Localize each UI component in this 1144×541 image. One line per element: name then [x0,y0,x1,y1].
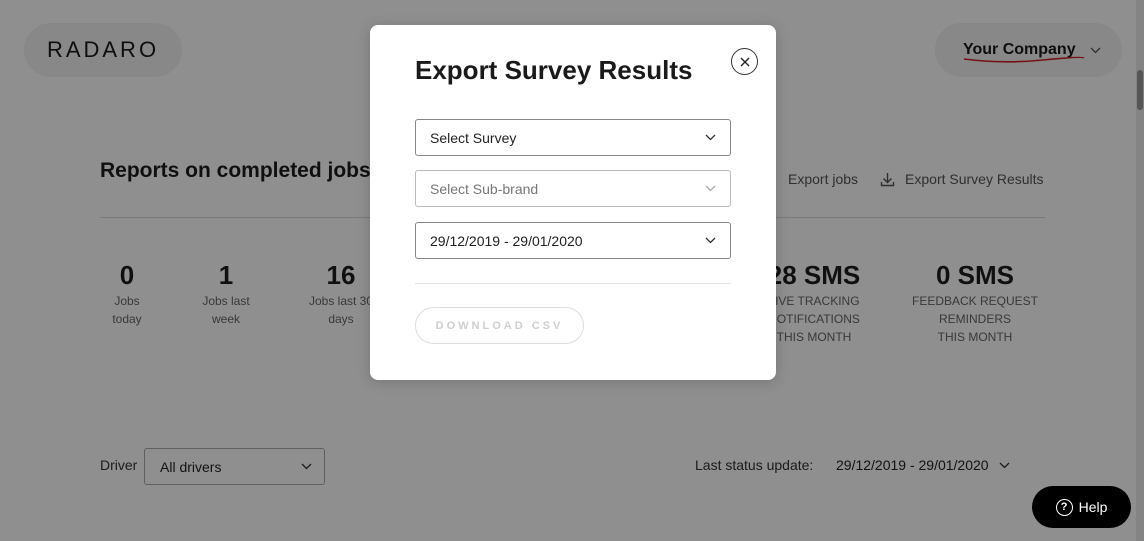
chevron-down-icon [705,134,716,141]
close-button[interactable] [731,48,758,75]
download-csv-label: DOWNLOAD CSV [435,319,564,332]
subbrand-select[interactable]: Select Sub-brand [415,170,731,207]
modal-divider [415,283,731,284]
chevron-down-icon [705,185,716,192]
date-range-value: 29/12/2019 - 29/01/2020 [430,232,583,249]
survey-select[interactable]: Select Survey [415,119,731,156]
chevron-down-icon [705,237,716,244]
question-circle-icon: ? [1055,498,1073,516]
download-csv-button[interactable]: DOWNLOAD CSV [415,307,584,344]
modal-title: Export Survey Results [415,55,693,85]
subbrand-select-value: Select Sub-brand [430,180,539,197]
export-survey-modal: Export Survey Results Select Survey Sele… [370,25,776,380]
help-button[interactable]: ? Help [1032,486,1131,528]
survey-select-value: Select Survey [430,129,517,146]
date-range-select[interactable]: 29/12/2019 - 29/01/2020 [415,222,731,259]
close-icon [740,57,749,66]
help-label: Help [1078,499,1108,515]
